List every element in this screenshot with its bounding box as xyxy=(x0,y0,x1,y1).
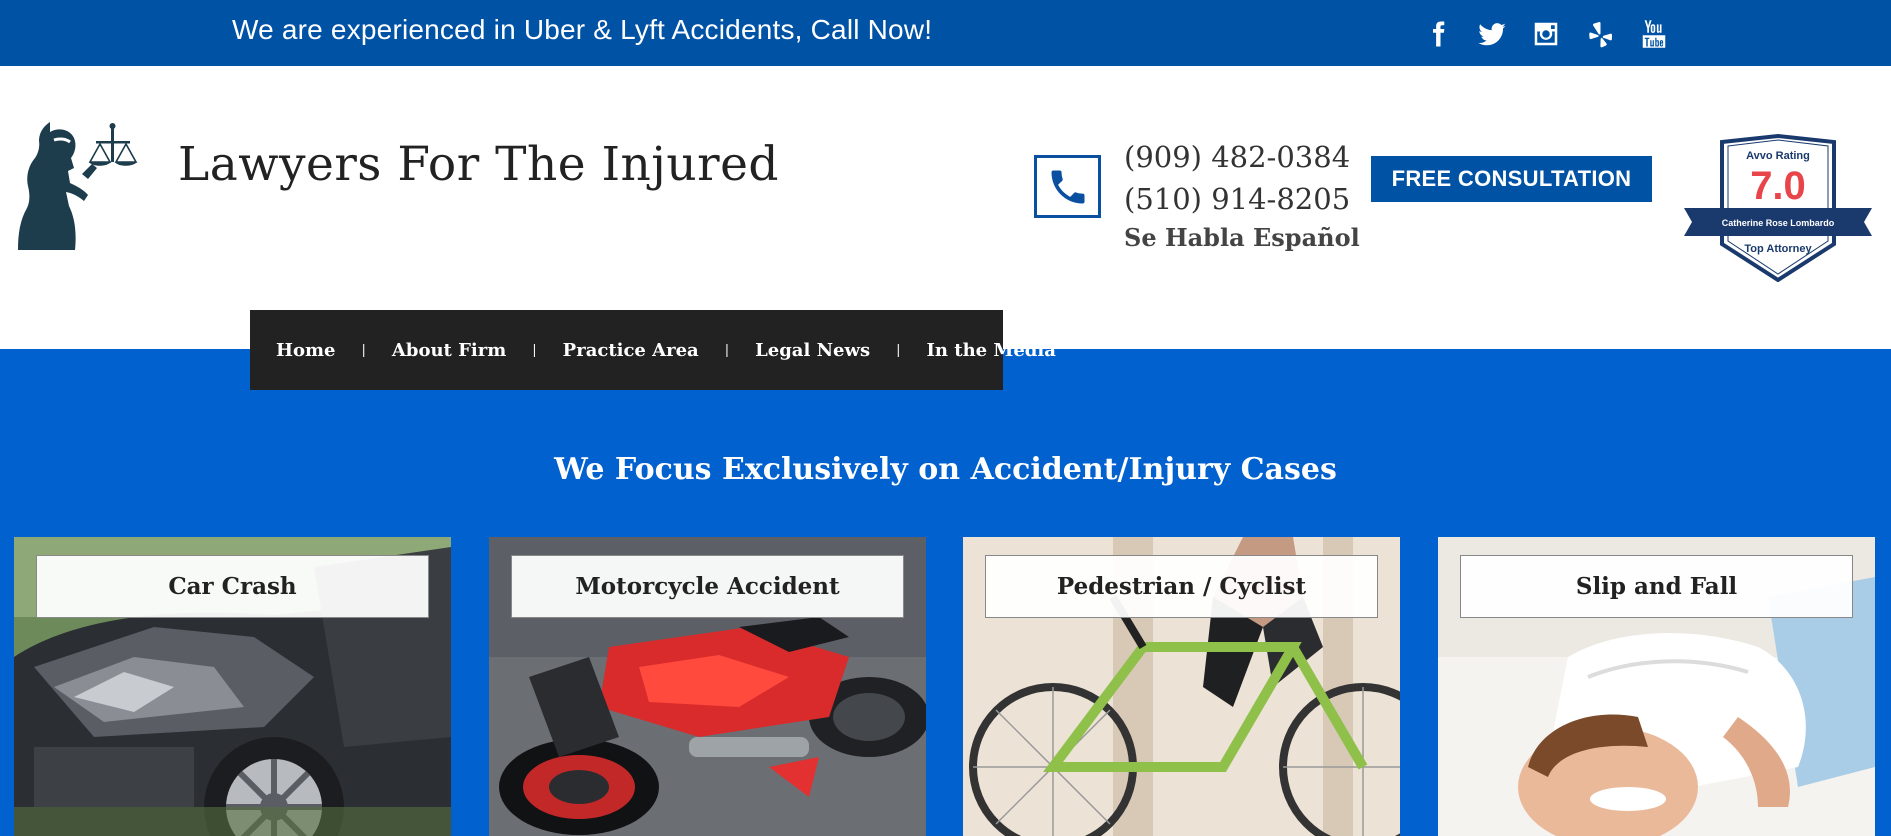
main-nav: Home | About Firm | Practice Area | Lega… xyxy=(250,310,1056,390)
top-tagline: We are experienced in Uber & Lyft Accide… xyxy=(232,14,933,45)
facebook-icon[interactable] xyxy=(1420,16,1456,52)
phone-icon xyxy=(1034,155,1101,218)
avvo-attorney-name: Catherine Rose Lombardo xyxy=(1721,218,1835,228)
nav-legal-news[interactable]: Legal News xyxy=(755,340,870,361)
avvo-label: Avvo Rating xyxy=(1746,150,1810,162)
social-links xyxy=(1420,16,1672,52)
instagram-icon[interactable] xyxy=(1528,16,1564,52)
top-bar: We are experienced in Uber & Lyft Accide… xyxy=(0,0,1891,66)
nav-separator: | xyxy=(724,342,730,358)
card-slip-and-fall-label: Slip and Fall xyxy=(1460,555,1853,618)
nav-in-the-media[interactable]: In the Media xyxy=(927,340,1056,361)
lady-justice-logo[interactable] xyxy=(12,118,154,250)
nav-separator: | xyxy=(532,342,537,358)
free-consultation-button[interactable]: FREE CONSULTATION xyxy=(1371,156,1652,202)
card-car-crash[interactable]: Car Crash xyxy=(14,537,451,836)
card-pedestrian-cyclist-label: Pedestrian / Cyclist xyxy=(985,555,1378,618)
nav-about-firm[interactable]: About Firm xyxy=(392,340,506,361)
nav-home[interactable]: Home xyxy=(276,340,336,361)
phone-number-1[interactable]: (909) 482-0384 xyxy=(1124,140,1350,174)
avvo-score: 7.0 xyxy=(1750,164,1806,208)
card-pedestrian-cyclist[interactable]: Pedestrian / Cyclist xyxy=(963,537,1400,836)
card-slip-and-fall[interactable]: Slip and Fall xyxy=(1438,537,1875,836)
yelp-icon[interactable] xyxy=(1582,16,1618,52)
phone-number-2[interactable]: (510) 914-8205 xyxy=(1124,182,1350,216)
nav-separator: | xyxy=(361,342,366,358)
section-heading: We Focus Exclusively on Accident/Injury … xyxy=(554,452,1337,487)
youtube-icon[interactable] xyxy=(1636,16,1672,52)
avvo-top-attorney: Top Attorney xyxy=(1744,243,1812,255)
nav-practice-area[interactable]: Practice Area xyxy=(563,340,699,361)
spanish-note: Se Habla Español xyxy=(1124,223,1360,252)
site-title[interactable]: Lawyers For The Injured xyxy=(178,137,779,192)
twitter-icon[interactable] xyxy=(1474,16,1510,52)
card-motorcycle-accident[interactable]: Motorcycle Accident xyxy=(489,537,926,836)
nav-separator: | xyxy=(896,342,901,358)
card-car-crash-label: Car Crash xyxy=(36,555,429,618)
avvo-rating-badge[interactable]: Avvo Rating 7.0 Catherine Rose Lombardo … xyxy=(1684,134,1872,282)
card-motorcycle-accident-label: Motorcycle Accident xyxy=(511,555,904,618)
